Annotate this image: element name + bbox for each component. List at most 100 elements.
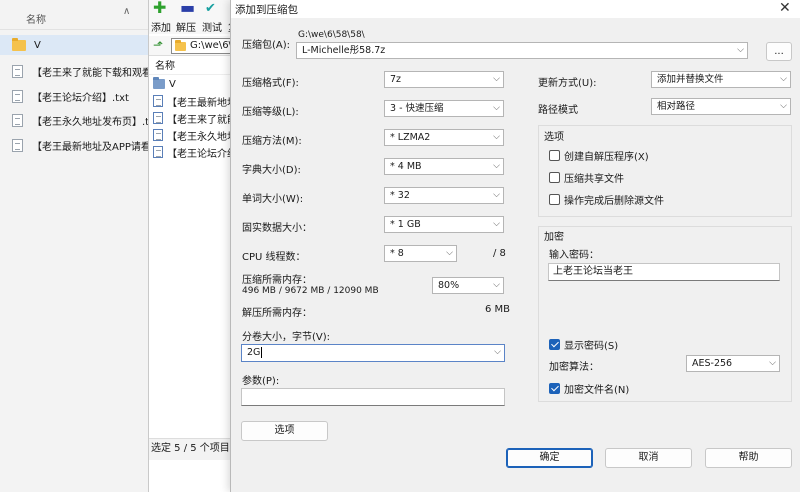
word-size-combo[interactable]: * 32 ⌵ bbox=[384, 187, 504, 204]
close-icon[interactable]: ✕ bbox=[779, 0, 791, 16]
fm-item-label: 【老王永久地址 bbox=[167, 131, 237, 143]
level-label: 压缩等级(L): bbox=[242, 107, 299, 118]
text-file-icon bbox=[153, 146, 163, 158]
path-mode-value: 相对路径 bbox=[657, 101, 696, 112]
update-mode-value: 添加并替换文件 bbox=[657, 74, 724, 85]
checkbox-box[interactable] bbox=[549, 339, 560, 350]
threads-value: * 8 bbox=[390, 248, 404, 259]
checkbox-box[interactable] bbox=[549, 383, 560, 394]
shared-files-checkbox[interactable]: 压缩共享文件 bbox=[549, 170, 624, 185]
archive-path: G:\we\6\58\58\ bbox=[298, 30, 365, 40]
options-button[interactable]: 选项 bbox=[241, 421, 328, 441]
help-button[interactable]: 帮助 bbox=[705, 448, 792, 468]
show-password-checkbox[interactable]: 显示密码(S) bbox=[549, 337, 618, 352]
fm-item-label: V bbox=[169, 78, 176, 90]
explorer-item-folder[interactable]: V bbox=[0, 35, 150, 55]
fm-bottom-area bbox=[149, 460, 239, 492]
fm-status-bar: 选定 5 / 5 个项目 bbox=[149, 438, 239, 460]
memory-percent-combo[interactable]: 80% ⌵ bbox=[432, 277, 504, 294]
explorer-item[interactable]: 【老王最新地址及APP请看】 bbox=[12, 135, 150, 155]
checkbox-box[interactable] bbox=[549, 194, 560, 205]
checkbox-box[interactable] bbox=[549, 172, 560, 183]
explorer-item[interactable]: 【老王永久地址发布页】.txt bbox=[12, 110, 150, 130]
solid-block-value: * 1 GB bbox=[390, 219, 421, 230]
text-file-icon bbox=[153, 129, 163, 141]
fm-address-input[interactable]: G:\we\6\ bbox=[171, 38, 239, 54]
chevron-down-icon[interactable]: ⌵ bbox=[493, 159, 500, 174]
level-combo[interactable]: 3 - 快速压缩 ⌵ bbox=[384, 100, 504, 117]
create-sfx-checkbox[interactable]: 创建自解压程序(X) bbox=[549, 148, 649, 163]
fm-list-item[interactable]: V bbox=[153, 76, 239, 92]
archive-name-combo[interactable]: L-Michelle彤58.7z ⌵ bbox=[296, 42, 748, 59]
explorer-column-header[interactable]: 名称 ∧ bbox=[0, 0, 150, 30]
explorer-name-column[interactable]: 名称 bbox=[26, 11, 46, 26]
decomp-memory-value: 6 MB bbox=[485, 304, 511, 315]
fm-address-text: G:\we\6\ bbox=[190, 40, 232, 51]
explorer-item-label: 【老王永久地址发布页】.txt bbox=[32, 116, 150, 128]
chevron-down-icon[interactable]: ⌵ bbox=[493, 130, 500, 145]
checkbox-box[interactable] bbox=[549, 150, 560, 161]
checkbox-label: 创建自解压程序(X) bbox=[564, 152, 649, 163]
explorer-item[interactable]: 【老王论坛介绍】.txt bbox=[12, 86, 150, 106]
chevron-down-icon[interactable]: ⌵ bbox=[493, 188, 500, 203]
dictionary-combo[interactable]: * 4 MB ⌵ bbox=[384, 158, 504, 175]
fm-list-item[interactable]: 【老王永久地址 bbox=[153, 127, 239, 143]
params-label: 参数(P): bbox=[242, 376, 280, 387]
up-folder-icon[interactable]: ⬏ bbox=[153, 38, 163, 52]
test-icon[interactable]: ✔ bbox=[205, 1, 216, 16]
fm-item-label: 【老王论坛介绍 bbox=[167, 148, 237, 160]
extract-button[interactable]: 解压 bbox=[176, 19, 196, 34]
chevron-down-icon[interactable]: ⌵ bbox=[737, 43, 744, 58]
password-input[interactable]: 上老王论坛当老王 bbox=[548, 263, 780, 281]
folder-icon bbox=[175, 40, 186, 51]
chevron-down-icon[interactable]: ⌵ bbox=[493, 217, 500, 232]
fm-item-label: 【老王来了就能 bbox=[167, 114, 237, 126]
update-mode-combo[interactable]: 添加并替换文件 ⌵ bbox=[651, 71, 791, 88]
cancel-button[interactable]: 取消 bbox=[605, 448, 692, 468]
chevron-up-icon[interactable]: ∧ bbox=[123, 6, 130, 17]
fm-name-column[interactable]: 名称 bbox=[149, 59, 239, 75]
fm-list-item[interactable]: 【老王来了就能 bbox=[153, 110, 239, 126]
volume-size-combo[interactable]: 2G ⌵ bbox=[241, 344, 505, 362]
chevron-down-icon[interactable]: ⌵ bbox=[769, 356, 776, 371]
format-combo[interactable]: 7z ⌵ bbox=[384, 71, 504, 88]
chevron-down-icon[interactable]: ⌵ bbox=[780, 99, 787, 114]
method-combo[interactable]: * LZMA2 ⌵ bbox=[384, 129, 504, 146]
checkbox-label: 加密文件名(N) bbox=[564, 385, 630, 396]
add-button[interactable]: 添加 bbox=[151, 19, 171, 34]
fm-list-item[interactable]: 【老王论坛介绍 bbox=[153, 144, 239, 160]
browse-button[interactable]: ... bbox=[766, 42, 792, 61]
method-label: 压缩方法(M): bbox=[242, 136, 302, 147]
fm-list-item[interactable]: 【老王最新地址 bbox=[153, 93, 239, 109]
encrypt-names-checkbox[interactable]: 加密文件名(N) bbox=[549, 381, 629, 396]
explorer-item[interactable]: 【老王来了就能下载和观看】 bbox=[12, 61, 150, 81]
dialog-title: 添加到压缩包 bbox=[235, 4, 298, 16]
dictionary-label: 字典大小(D): bbox=[242, 165, 301, 176]
test-button[interactable]: 测试 bbox=[202, 19, 222, 34]
chevron-down-icon[interactable]: ⌵ bbox=[446, 246, 453, 261]
add-icon[interactable]: ✚ bbox=[153, 0, 166, 17]
threads-label: CPU 线程数： bbox=[242, 252, 306, 263]
extract-icon[interactable]: ▬ bbox=[180, 0, 195, 17]
text-file-icon bbox=[153, 112, 163, 124]
delete-source-checkbox[interactable]: 操作完成后删除源文件 bbox=[549, 192, 664, 207]
explorer-item-label: V bbox=[34, 39, 41, 51]
solid-block-combo[interactable]: * 1 GB ⌵ bbox=[384, 216, 504, 233]
path-mode-combo[interactable]: 相对路径 ⌵ bbox=[651, 98, 791, 115]
level-value: 3 - 快速压缩 bbox=[390, 103, 444, 114]
chevron-down-icon[interactable]: ⌵ bbox=[494, 345, 501, 360]
comp-memory-label: 压缩所需内存： bbox=[242, 275, 312, 286]
params-input[interactable] bbox=[241, 388, 505, 406]
checkbox-label: 压缩共享文件 bbox=[564, 174, 624, 185]
chevron-down-icon[interactable]: ⌵ bbox=[493, 72, 500, 87]
text-file-icon bbox=[12, 113, 23, 127]
chevron-down-icon[interactable]: ⌵ bbox=[493, 101, 500, 116]
encryption-method-label: 加密算法： bbox=[549, 362, 599, 373]
dialog-titlebar[interactable]: 添加到压缩包 ✕ bbox=[231, 0, 800, 18]
ok-button[interactable]: 确定 bbox=[506, 448, 593, 468]
encryption-method-combo[interactable]: AES-256 ⌵ bbox=[686, 355, 780, 372]
chevron-down-icon[interactable]: ⌵ bbox=[493, 278, 500, 293]
threads-combo[interactable]: * 8 ⌵ bbox=[384, 245, 457, 262]
explorer-item-label: 【老王最新地址及APP请看】 bbox=[32, 141, 150, 153]
chevron-down-icon[interactable]: ⌵ bbox=[780, 72, 787, 87]
